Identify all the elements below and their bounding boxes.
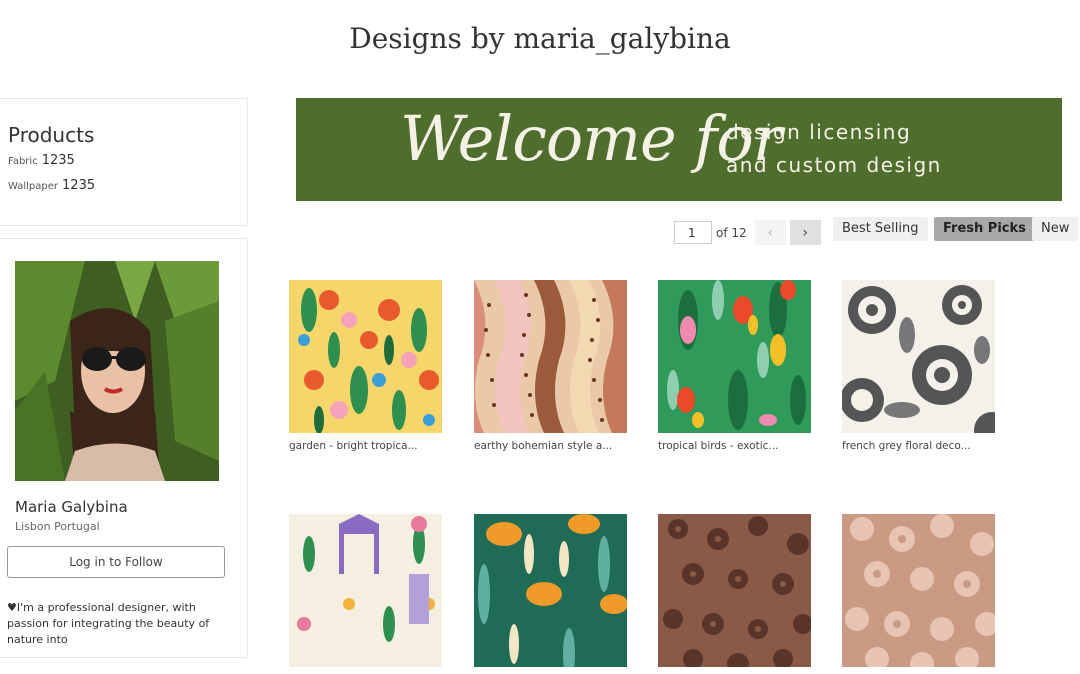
design-caption[interactable]: tropical birds - exotic... [658,440,811,452]
product-count: 1235 [62,178,96,193]
chevron-right-icon[interactable]: › [789,220,821,245]
page-total: of 12 [716,225,747,240]
design-thumbnail[interactable] [658,280,811,433]
follow-button[interactable]: Log in to Follow [7,546,225,578]
design-thumbnail[interactable] [474,514,627,667]
banner-line-2: and custom design [726,153,942,177]
designer-profile: Maria Galybina Lisbon Portugal Log in to… [0,238,248,658]
product-label: Wallpaper [8,181,59,192]
page-number-input[interactable] [674,221,712,244]
product-count: 1235 [41,153,75,168]
design-thumbnail[interactable] [474,280,627,433]
product-label: Fabric [8,156,38,167]
products-panel: Products Fabric 1235 Wallpaper 1235 [0,98,248,226]
design-tile[interactable] [289,514,442,674]
design-tile[interactable]: garden - bright tropica... [289,280,442,452]
chevron-left-icon[interactable]: ‹ [754,220,786,245]
product-link-wallpaper[interactable]: Wallpaper 1235 [8,178,247,193]
designer-location: Lisbon Portugal [15,520,100,533]
designer-bio: ♥I'm a professional designer, with passi… [7,601,210,646]
sort-fresh-picks[interactable]: Fresh Picks [934,217,1035,241]
banner-line-1: design licensing [726,120,912,144]
design-thumbnail[interactable] [842,514,995,667]
design-tile[interactable] [474,514,627,674]
banner-script-text: Welcome for [400,102,782,175]
design-thumbnail[interactable] [289,514,442,667]
design-tile[interactable] [842,514,995,674]
avatar[interactable] [15,261,219,481]
design-caption[interactable]: earthy bohemian style a... [474,440,627,452]
sort-best-selling[interactable]: Best Selling [833,217,928,241]
product-link-fabric[interactable]: Fabric 1235 [8,153,247,168]
design-thumbnail[interactable] [658,514,811,667]
designer-name: Maria Galybina [15,498,128,516]
products-heading: Products [8,123,95,147]
design-thumbnail[interactable] [289,280,442,433]
design-thumbnail[interactable] [842,280,995,433]
design-caption[interactable]: garden - bright tropica... [289,440,442,452]
pagination: of 12 ‹ › [674,220,821,245]
design-tile[interactable]: earthy bohemian style a... [474,280,627,452]
page-title: Designs by maria_galybina [349,22,731,55]
sort-new[interactable]: New [1032,217,1079,241]
design-caption[interactable]: french grey floral deco... [842,440,995,452]
design-tile[interactable]: french grey floral deco... [842,280,995,452]
design-tile[interactable]: tropical birds - exotic... [658,280,811,452]
design-tile[interactable] [658,514,811,674]
welcome-banner: Welcome for design licensing and custom … [296,98,1062,201]
